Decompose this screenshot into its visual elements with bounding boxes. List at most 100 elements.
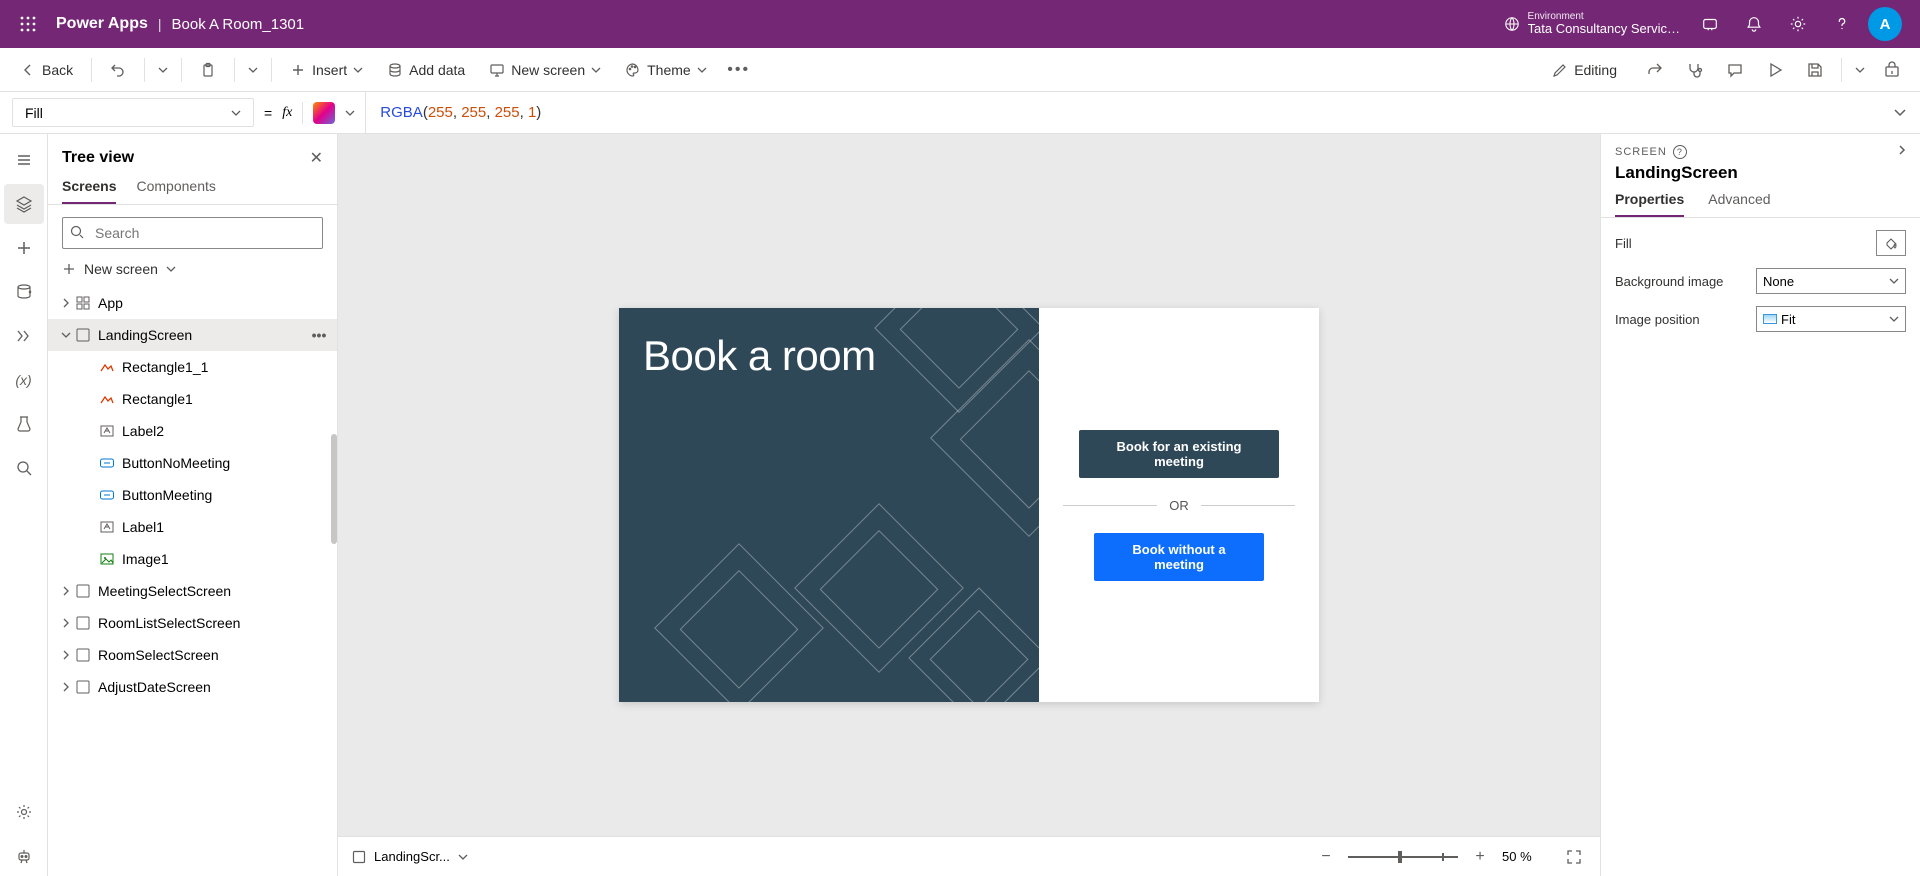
undo-button[interactable] bbox=[100, 54, 136, 86]
screen-selector[interactable]: LandingScr... bbox=[352, 849, 468, 864]
tree-label: App bbox=[98, 295, 331, 311]
fit-to-screen-button[interactable] bbox=[1562, 845, 1586, 869]
plus-icon bbox=[290, 62, 306, 78]
header-separator: | bbox=[158, 16, 162, 32]
comments-button[interactable] bbox=[1717, 54, 1753, 86]
tree-item-rectangle1[interactable]: Rectangle1 bbox=[48, 383, 337, 415]
app-header: Power Apps | Book A Room_1301 Environmen… bbox=[0, 0, 1920, 48]
screen-icon bbox=[74, 582, 92, 600]
book-without-meeting-button[interactable]: Book without a meeting bbox=[1094, 533, 1264, 581]
paste-button[interactable] bbox=[190, 54, 226, 86]
tests-rail-button[interactable] bbox=[4, 404, 44, 444]
insert-button[interactable]: Insert bbox=[280, 54, 373, 86]
tree-view-button[interactable] bbox=[4, 184, 44, 224]
chevron-down-icon bbox=[353, 65, 363, 75]
tree-item-label2[interactable]: Label2 bbox=[48, 415, 337, 447]
background-image-select[interactable]: None bbox=[1756, 268, 1906, 294]
tab-components[interactable]: Components bbox=[136, 178, 215, 204]
preview-button[interactable] bbox=[1757, 54, 1793, 86]
avatar[interactable]: A bbox=[1868, 7, 1902, 41]
canvas-screen[interactable]: Book a room Book for an existing meeting… bbox=[619, 308, 1319, 702]
tree-item-image1[interactable]: Image1 bbox=[48, 543, 337, 575]
property-selector[interactable]: Fill bbox=[12, 98, 254, 127]
panel-collapse-button[interactable] bbox=[1896, 144, 1908, 159]
chevron-down-icon bbox=[166, 264, 176, 274]
copilot-icon[interactable] bbox=[313, 102, 335, 124]
add-data-button[interactable]: Add data bbox=[377, 54, 475, 86]
back-button[interactable]: Back bbox=[10, 54, 83, 86]
tree-item-label1[interactable]: Label1 bbox=[48, 511, 337, 543]
settings-rail-button[interactable] bbox=[4, 792, 44, 832]
zoom-out-button[interactable]: − bbox=[1314, 845, 1338, 869]
close-panel-button[interactable]: ✕ bbox=[310, 148, 323, 168]
formula-input[interactable]: RGBA(255, 255, 255, 1) bbox=[366, 92, 1880, 133]
share-button[interactable] bbox=[1637, 54, 1673, 86]
environment-label: Environment bbox=[1528, 11, 1680, 22]
tree-item-buttonnomeeting[interactable]: ButtonNoMeeting bbox=[48, 447, 337, 479]
prop-label: Background image bbox=[1615, 274, 1723, 289]
tab-properties[interactable]: Properties bbox=[1615, 191, 1684, 217]
tree-item-buttonmeeting[interactable]: ButtonMeeting bbox=[48, 479, 337, 511]
notifications-button[interactable] bbox=[1732, 0, 1776, 48]
tree-item-roomselect[interactable]: RoomSelectScreen bbox=[48, 639, 337, 671]
tab-screens[interactable]: Screens bbox=[62, 178, 116, 204]
help-button[interactable] bbox=[1820, 0, 1864, 48]
brand-label: Power Apps bbox=[56, 15, 148, 33]
tree-label: ButtonMeeting bbox=[122, 487, 331, 503]
search-rail-button[interactable] bbox=[4, 448, 44, 488]
app-checker-button[interactable] bbox=[1677, 54, 1713, 86]
more-icon: ••• bbox=[727, 61, 750, 79]
tree-item-app[interactable]: App bbox=[48, 287, 337, 319]
media-rail-button[interactable] bbox=[4, 316, 44, 356]
fx-icon: fx bbox=[282, 105, 292, 121]
virtual-agent-button[interactable] bbox=[1688, 0, 1732, 48]
command-bar: Back Insert Add data New screen Theme ••… bbox=[0, 48, 1920, 92]
props-type-label: SCREEN ? bbox=[1615, 145, 1687, 159]
zoom-controls: − + 50 % bbox=[1314, 845, 1586, 869]
tree-item-rectangle1-1[interactable]: Rectangle1_1 bbox=[48, 351, 337, 383]
editing-mode-button[interactable]: Editing bbox=[1542, 54, 1633, 86]
fill-color-picker[interactable] bbox=[1876, 230, 1906, 256]
help-icon[interactable]: ? bbox=[1673, 145, 1687, 159]
new-screen-row[interactable]: New screen bbox=[48, 255, 337, 283]
gear-icon bbox=[1789, 15, 1807, 33]
chevron-down-icon bbox=[248, 65, 258, 75]
save-button[interactable] bbox=[1797, 54, 1833, 86]
zoom-slider[interactable] bbox=[1348, 856, 1458, 858]
save-more-button[interactable] bbox=[1850, 54, 1870, 86]
book-existing-meeting-button[interactable]: Book for an existing meeting bbox=[1079, 430, 1279, 478]
tree-item-roomlistselect[interactable]: RoomListSelectScreen bbox=[48, 607, 337, 639]
tree-item-adjustdate[interactable]: AdjustDateScreen bbox=[48, 671, 337, 703]
hamburger-button[interactable] bbox=[4, 140, 44, 180]
insert-rail-button[interactable] bbox=[4, 228, 44, 268]
data-icon bbox=[15, 283, 33, 301]
tab-advanced[interactable]: Advanced bbox=[1708, 191, 1770, 217]
screen-icon bbox=[74, 646, 92, 664]
theme-button[interactable]: Theme bbox=[615, 54, 717, 86]
prop-row-fill: Fill bbox=[1615, 230, 1906, 256]
shape-icon bbox=[98, 390, 116, 408]
bell-icon bbox=[1745, 15, 1763, 33]
new-screen-button[interactable]: New screen bbox=[479, 54, 611, 86]
more-icon[interactable]: ••• bbox=[307, 327, 331, 343]
settings-button[interactable] bbox=[1776, 0, 1820, 48]
search-input[interactable] bbox=[62, 217, 323, 249]
waffle-button[interactable] bbox=[8, 4, 48, 44]
image-position-select[interactable]: Fit bbox=[1756, 306, 1906, 332]
tree-label: LandingScreen bbox=[98, 327, 307, 343]
tree-item-meetingselect[interactable]: MeetingSelectScreen bbox=[48, 575, 337, 607]
tree-item-landingscreen[interactable]: LandingScreen ••• bbox=[48, 319, 337, 351]
variables-rail-button[interactable]: (x) bbox=[4, 360, 44, 400]
environment-picker[interactable]: Environment Tata Consultancy Servic… bbox=[1504, 11, 1680, 36]
virtual-agent-rail-button[interactable] bbox=[4, 836, 44, 876]
undo-more-button[interactable] bbox=[153, 54, 173, 86]
help-icon bbox=[1833, 15, 1851, 33]
expand-formula-button[interactable] bbox=[1880, 92, 1920, 133]
shape-icon bbox=[98, 358, 116, 376]
paste-more-button[interactable] bbox=[243, 54, 263, 86]
scrollbar-thumb[interactable] bbox=[331, 434, 337, 544]
data-rail-button[interactable] bbox=[4, 272, 44, 312]
overflow-button[interactable]: ••• bbox=[721, 54, 757, 86]
publish-button[interactable] bbox=[1874, 54, 1910, 86]
zoom-in-button[interactable]: + bbox=[1468, 845, 1492, 869]
